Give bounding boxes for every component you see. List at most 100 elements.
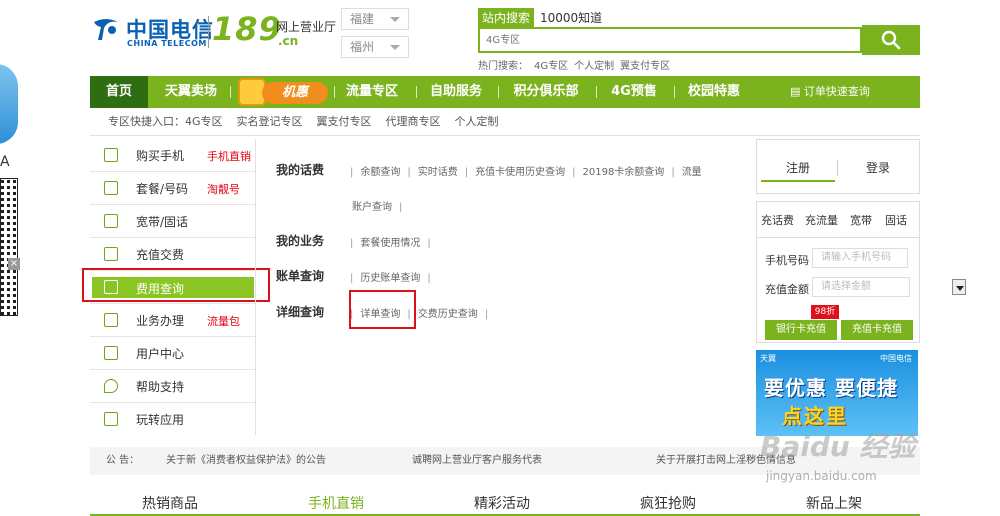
nav-divider	[674, 86, 675, 98]
nav-data-zone[interactable]: 流量专区	[340, 76, 404, 108]
city-value: 福州	[350, 40, 375, 54]
my-business-links: | 套餐使用情况 |	[350, 238, 431, 249]
ad-mascot-image	[0, 64, 18, 144]
link-card-history[interactable]: 充值卡使用历史查询	[475, 167, 565, 178]
nav-points-club[interactable]: 积分俱乐部	[506, 76, 586, 108]
nav-divider	[596, 86, 597, 98]
amount-select[interactable]: 请选择金额	[812, 277, 966, 297]
bank-recharge-button[interactable]: 银行卡充值	[765, 320, 837, 340]
quick-entry-link[interactable]: 翼支付专区	[317, 115, 372, 128]
search-button[interactable]	[862, 25, 920, 55]
bill-query-links: | 历史账单查询 |	[350, 273, 431, 284]
phone-label: 手机号码	[765, 254, 809, 267]
tab-data[interactable]: 充流量	[805, 212, 838, 228]
nav-4g-presale[interactable]: 4G预售	[604, 76, 664, 108]
link-bill-history[interactable]: 历史账单查询	[360, 273, 420, 284]
nav-jihui-label: 机惠	[262, 82, 328, 104]
menu-item-apps[interactable]: 玩转应用	[90, 403, 256, 436]
hot-search-link[interactable]: 4G专区	[534, 61, 568, 72]
card-recharge-button[interactable]: 充值卡充值	[841, 320, 913, 340]
tab-phone-credit[interactable]: 充话费	[761, 212, 794, 228]
banner-line1: 要优惠 要便捷	[764, 376, 898, 400]
link-realtime[interactable]: 实时话费	[418, 167, 458, 178]
link-data[interactable]: 流量	[682, 167, 702, 178]
link-account[interactable]: 账户查询	[352, 202, 392, 213]
product-tabs: 热销商品 手机直销 精彩活动 疯狂抢购 新品上架	[90, 487, 920, 516]
link-plan-usage[interactable]: 套餐使用情况	[360, 238, 420, 249]
menu-item-business[interactable]: 业务办理 流量包	[90, 304, 256, 337]
nav-divider	[230, 86, 231, 98]
hot-search-link[interactable]: 翼支付专区	[620, 61, 670, 72]
section-title-my-business: 我的业务	[276, 234, 325, 248]
search-input[interactable]	[486, 32, 846, 48]
highlight-box	[349, 290, 416, 329]
tab-flash-sale[interactable]: 疯狂抢购	[640, 493, 696, 513]
tab-landline[interactable]: 固话	[885, 212, 907, 228]
recharge-tabs: 充话费 充流量 宽带 固话	[757, 202, 919, 238]
site-search-tab[interactable]: 站内搜索	[478, 8, 534, 28]
menu-item-buy-phone[interactable]: 购买手机 手机直销	[90, 139, 256, 172]
tab-phone-direct[interactable]: 手机直销	[308, 493, 364, 513]
city-select[interactable]: 福州	[341, 36, 409, 58]
menu-item-label: 玩转应用	[136, 413, 185, 427]
menu-item-label: 充值交费	[136, 248, 185, 262]
tab-new-arrivals[interactable]: 新品上架	[806, 493, 862, 513]
announcement-link[interactable]: 诚聘网上营业厅客户服务代表	[412, 447, 542, 475]
menu-item-user-center[interactable]: 用户中心	[90, 337, 256, 370]
menu-item-tag[interactable]: 淘靓号	[207, 181, 240, 197]
quick-entry-label: 专区快捷入口：	[108, 115, 185, 128]
link-payment-history[interactable]: 交费历史查询	[418, 309, 478, 320]
hot-search-link[interactable]: 个人定制	[574, 61, 614, 72]
logo-english-name: CHINA TELECOM	[127, 39, 207, 48]
phone-icon	[104, 148, 118, 162]
nav-jihui[interactable]: 机惠	[238, 78, 330, 106]
nav-home[interactable]: 首页	[90, 76, 148, 108]
close-icon[interactable]: ×	[8, 258, 20, 270]
banner-logo-left: 天翼	[760, 354, 776, 363]
link-balance[interactable]: 余额查询	[360, 167, 400, 178]
nav-divider	[498, 86, 499, 98]
menu-item-label: 帮助支持	[136, 380, 185, 394]
menu-item-label: 购买手机	[136, 149, 185, 163]
quick-entry-link[interactable]: 个人定制	[455, 115, 499, 128]
nav-campus-offer[interactable]: 校园特惠	[680, 76, 748, 108]
logo-online-hall: 网上营业厅	[276, 20, 337, 34]
tab-broadband[interactable]: 宽带	[850, 212, 872, 228]
chevron-down-icon	[390, 17, 400, 22]
china-telecom-logo[interactable]: 中国电信 CHINA TELECOM 189 网上营业厅 .cn	[90, 10, 340, 52]
account-panel: 注册 登录	[756, 139, 920, 194]
province-select[interactable]: 福建	[341, 8, 409, 30]
zhidao-tab[interactable]: 10000知道	[540, 9, 602, 26]
left-floating-ad[interactable]: A ×	[0, 58, 20, 316]
search-icon	[881, 30, 901, 50]
menu-item-recharge[interactable]: 充值交费	[90, 238, 256, 271]
document-icon: ▤	[790, 85, 804, 98]
quick-entry-link[interactable]: 实名登记专区	[237, 115, 303, 128]
menu-item-plans-numbers[interactable]: 套餐/号码 淘靓号	[90, 172, 256, 205]
announcement-bar: 公 告： 关于新《消费者权益保护法》的公告 诚聘网上营业厅客户服务代表 关于开展…	[90, 447, 920, 475]
tab-activities[interactable]: 精彩活动	[474, 493, 530, 513]
announcement-link[interactable]: 关于开展打击网上淫秽色情信息	[656, 447, 796, 475]
account-divider	[837, 160, 838, 176]
nav-tianyi-mall[interactable]: 天翼卖场	[156, 76, 226, 108]
search-box	[478, 27, 862, 53]
nav-order-query[interactable]: ▤ 订单快速查询	[790, 76, 870, 108]
edit-icon	[104, 313, 118, 327]
link-card-balance[interactable]: 20198卡余额查询	[583, 167, 665, 178]
phone-input[interactable]: 请输入手机号码	[812, 248, 908, 268]
menu-item-tag[interactable]: 流量包	[207, 313, 240, 329]
quick-entry-link[interactable]: 4G专区	[185, 115, 223, 128]
quick-entry-link[interactable]: 代理商专区	[386, 115, 441, 128]
tab-hot-products[interactable]: 热销商品	[142, 493, 198, 513]
promo-banner[interactable]: 天翼 中国电信 要优惠 要便捷 点这里	[756, 350, 918, 436]
register-button[interactable]: 注册	[761, 154, 835, 182]
nav-self-service[interactable]: 自助服务	[424, 76, 488, 108]
login-button[interactable]: 登录	[841, 154, 915, 182]
menu-item-broadband[interactable]: 宽带/固话	[90, 205, 256, 238]
announcement-link[interactable]: 关于新《消费者权益保护法》的公告	[166, 447, 326, 475]
nav-divider	[416, 86, 417, 98]
banner-logo-right: 中国电信	[880, 354, 912, 363]
menu-item-help[interactable]: 帮助支持	[90, 370, 256, 403]
menu-item-tag[interactable]: 手机直销	[207, 148, 251, 164]
menu-item-label: 宽带/固话	[136, 215, 189, 229]
